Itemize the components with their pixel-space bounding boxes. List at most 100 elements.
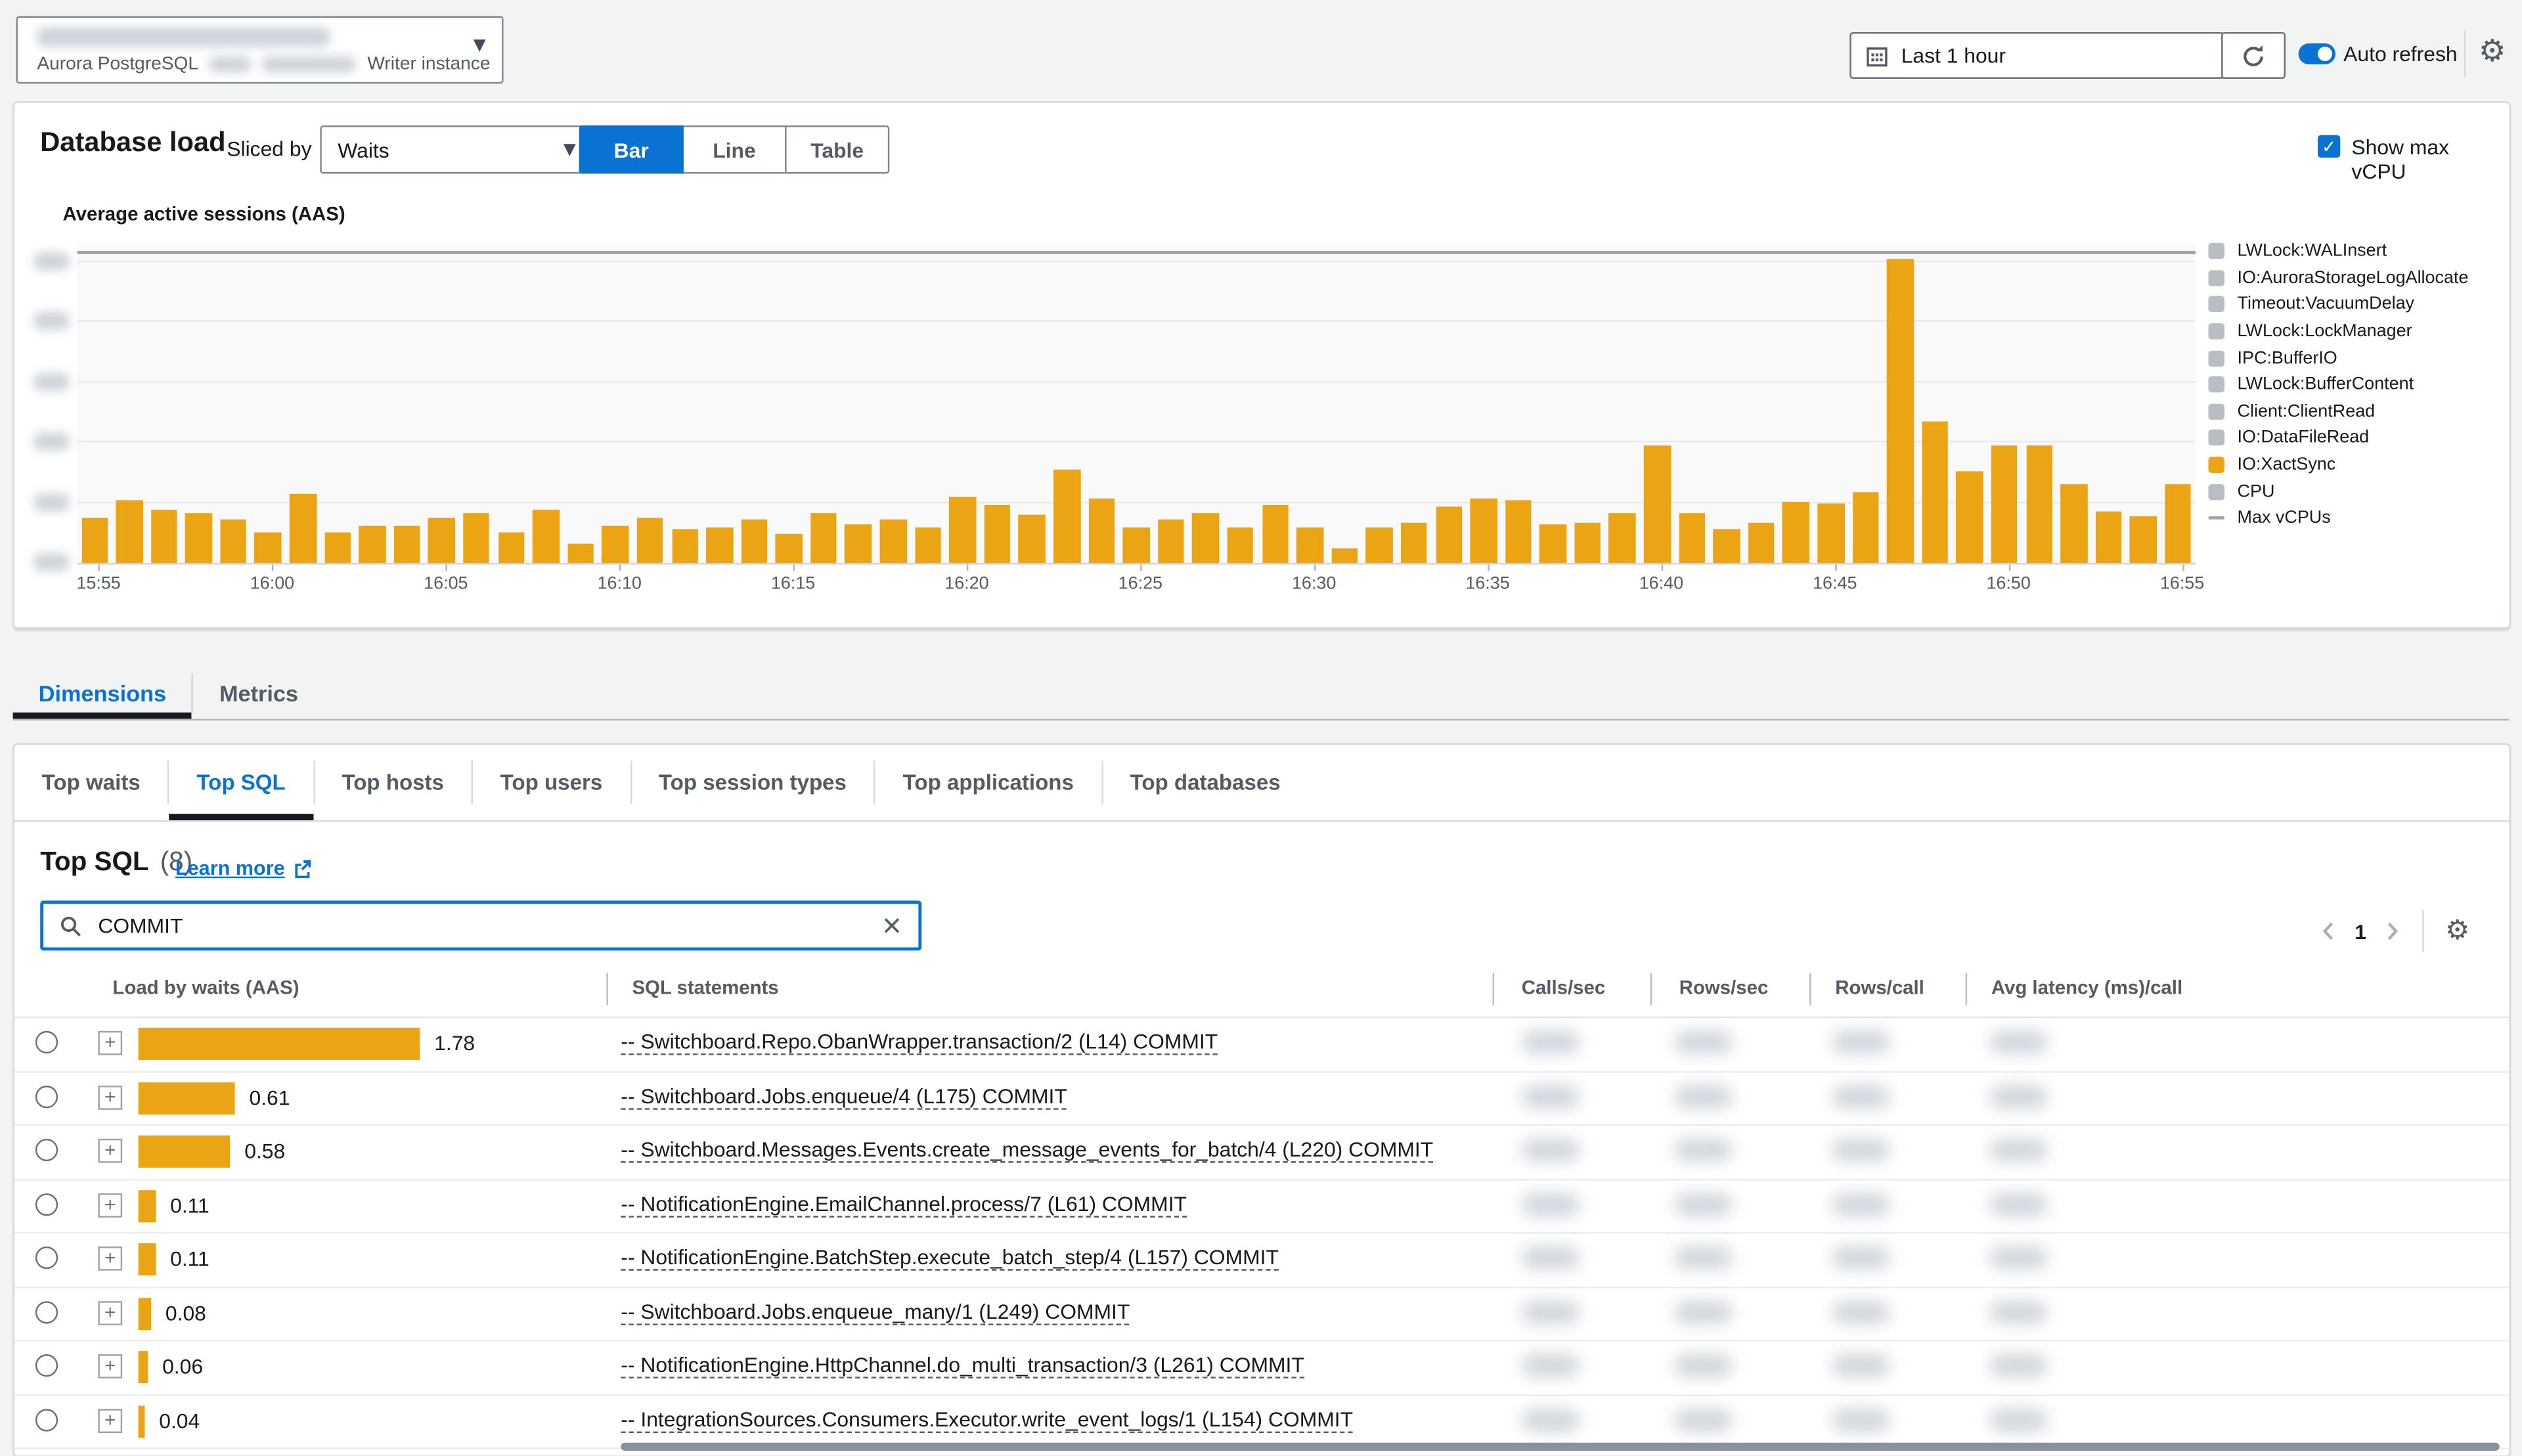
aas-bar[interactable] (845, 524, 872, 563)
aas-bar[interactable] (810, 512, 837, 563)
aas-bar[interactable] (2060, 483, 2087, 563)
dimension-tab-top-hosts[interactable]: Top hosts (315, 745, 472, 820)
table-horizontal-scrollbar[interactable] (621, 1442, 2500, 1451)
sql-statement-link[interactable]: -- NotificationEngine.EmailChannel.proce… (621, 1191, 1187, 1217)
row-radio-button[interactable] (35, 1138, 58, 1162)
sql-statement-link[interactable]: -- NotificationEngine.HttpChannel.do_mul… (621, 1353, 1304, 1379)
col-sql-statements[interactable]: SQL statements (632, 977, 778, 999)
aas-bar[interactable] (1852, 491, 1879, 563)
aas-bar[interactable] (567, 543, 594, 563)
next-page-chevron[interactable] (2381, 920, 2403, 942)
aas-bar[interactable] (879, 519, 907, 563)
previous-page-chevron[interactable] (2318, 920, 2340, 942)
legend-item-lwlock-lockmanager[interactable]: LWLock:LockManager (2208, 318, 2468, 345)
refresh-button[interactable] (2221, 32, 2286, 79)
column-divider[interactable] (1650, 973, 1652, 1005)
legend-item-lwlock-walinsert[interactable]: LWLock:WALInsert (2208, 238, 2468, 265)
expand-row-icon[interactable]: + (98, 1084, 123, 1109)
aas-bar[interactable] (1192, 512, 1220, 563)
aas-bar[interactable] (1157, 519, 1185, 563)
legend-item-cpu[interactable]: CPU (2208, 478, 2468, 505)
expand-row-icon[interactable]: + (98, 1030, 123, 1055)
aas-bar[interactable] (1887, 259, 1914, 563)
legend-item-lwlock-buffercontent[interactable]: LWLock:BufferContent (2208, 372, 2468, 399)
aas-bar[interactable] (1088, 497, 1115, 563)
aas-bar[interactable] (2095, 511, 2122, 563)
aas-bar[interactable] (602, 525, 629, 563)
col-calls-sec[interactable]: Calls/sec (1522, 977, 1605, 999)
column-divider[interactable] (606, 973, 608, 1005)
clear-search-icon[interactable] (881, 915, 902, 936)
col-rows-sec[interactable]: Rows/sec (1679, 977, 1769, 999)
expand-row-icon[interactable]: + (98, 1408, 123, 1432)
aas-bar[interactable] (2165, 483, 2192, 563)
sql-statement-link[interactable]: -- Switchboard.Jobs.enqueue/4 (L175) COM… (621, 1083, 1067, 1109)
legend-item-ipc-bufferio[interactable]: IPC:BufferIO (2208, 345, 2468, 372)
row-radio-button[interactable] (35, 1300, 58, 1323)
expand-row-icon[interactable]: + (98, 1300, 123, 1325)
col-rows-call[interactable]: Rows/call (1835, 977, 1924, 999)
col-avg-latency[interactable]: Avg latency (ms)/call (1991, 977, 2182, 999)
expand-row-icon[interactable]: + (98, 1246, 123, 1271)
db-instance-selector[interactable]: Aurora PostgreSQL Writer instance ▼ (16, 16, 504, 84)
aas-bar[interactable] (1053, 468, 1080, 563)
aas-bar[interactable] (359, 525, 386, 563)
learn-more-link[interactable]: Learn more (175, 857, 312, 880)
row-radio-button[interactable] (35, 1030, 58, 1054)
aas-bar[interactable] (741, 519, 768, 563)
aas-bar[interactable] (1678, 513, 1706, 563)
aas-bar[interactable] (116, 500, 143, 563)
dimension-tab-top-applications[interactable]: Top applications (875, 745, 1101, 820)
dimension-tab-top-users[interactable]: Top users (473, 745, 630, 820)
dimension-tab-top-waits[interactable]: Top waits (14, 745, 167, 820)
column-divider[interactable] (1965, 973, 1968, 1005)
aas-bar[interactable] (185, 513, 212, 563)
sql-statement-link[interactable]: -- Switchboard.Messages.Events.create_me… (621, 1137, 1434, 1163)
aas-bar[interactable] (1748, 523, 1775, 563)
aas-bar[interactable] (1365, 527, 1393, 563)
view-button-bar[interactable]: Bar (579, 125, 684, 174)
legend-item-io-xactsync[interactable]: IO:XactSync (2208, 452, 2468, 479)
sql-statement-link[interactable]: -- NotificationEngine.BatchStep.execute_… (621, 1245, 1279, 1271)
row-radio-button[interactable] (35, 1408, 58, 1431)
dimension-tab-top-session-types[interactable]: Top session types (631, 745, 874, 820)
view-button-line[interactable]: Line (682, 125, 787, 174)
view-button-table[interactable]: Table (785, 125, 890, 174)
show-max-vcpu-checkbox[interactable]: ✓ (2317, 135, 2341, 158)
sql-statement-link[interactable]: -- IntegrationSources.Consumers.Executor… (621, 1407, 1354, 1432)
aas-bar[interactable] (81, 517, 108, 563)
tab-dimensions[interactable]: Dimensions (13, 667, 192, 718)
column-divider[interactable] (1809, 973, 1811, 1005)
aas-bar[interactable] (1505, 500, 1532, 563)
col-load-by-waits[interactable]: Load by waits (AAS) (112, 977, 299, 999)
aas-bar[interactable] (1400, 523, 1428, 563)
aas-bar[interactable] (1227, 527, 1254, 563)
dimension-tab-top-sql[interactable]: Top SQL (169, 745, 313, 820)
legend-item-io-aurorastoragelogallocate[interactable]: IO:AuroraStorageLogAllocate (2208, 265, 2468, 292)
search-input[interactable] (95, 912, 869, 940)
aas-bar[interactable] (1262, 504, 1289, 563)
slice-by-select[interactable]: Waits ▼ (320, 125, 594, 174)
aas-bar[interactable] (1782, 501, 1809, 563)
aas-bar[interactable] (2130, 516, 2157, 563)
aas-bar[interactable] (1991, 445, 2018, 563)
aas-bar[interactable] (1817, 502, 1844, 563)
aas-bar[interactable] (706, 527, 733, 563)
aas-bar[interactable] (428, 517, 455, 563)
aas-bar[interactable] (1435, 506, 1463, 563)
row-radio-button[interactable] (35, 1192, 58, 1216)
aas-bar[interactable] (533, 510, 560, 563)
time-range-selector[interactable]: Last 1 hour (1849, 32, 2224, 79)
legend-item-client-clientread[interactable]: Client:ClientRead (2208, 398, 2468, 425)
aas-bar[interactable] (220, 519, 247, 563)
row-radio-button[interactable] (35, 1246, 58, 1269)
aas-bar[interactable] (949, 496, 976, 563)
dimension-tab-top-databases[interactable]: Top databases (1103, 745, 1308, 820)
aas-bar[interactable] (984, 504, 1011, 563)
sql-statement-link[interactable]: -- Switchboard.Repo.ObanWrapper.transact… (621, 1029, 1218, 1055)
expand-row-icon[interactable]: + (98, 1138, 123, 1163)
aas-bar[interactable] (914, 527, 942, 563)
expand-row-icon[interactable]: + (98, 1354, 123, 1379)
aas-bar[interactable] (776, 534, 803, 563)
table-preferences-gear-icon[interactable]: ⚙ (2445, 917, 2469, 945)
